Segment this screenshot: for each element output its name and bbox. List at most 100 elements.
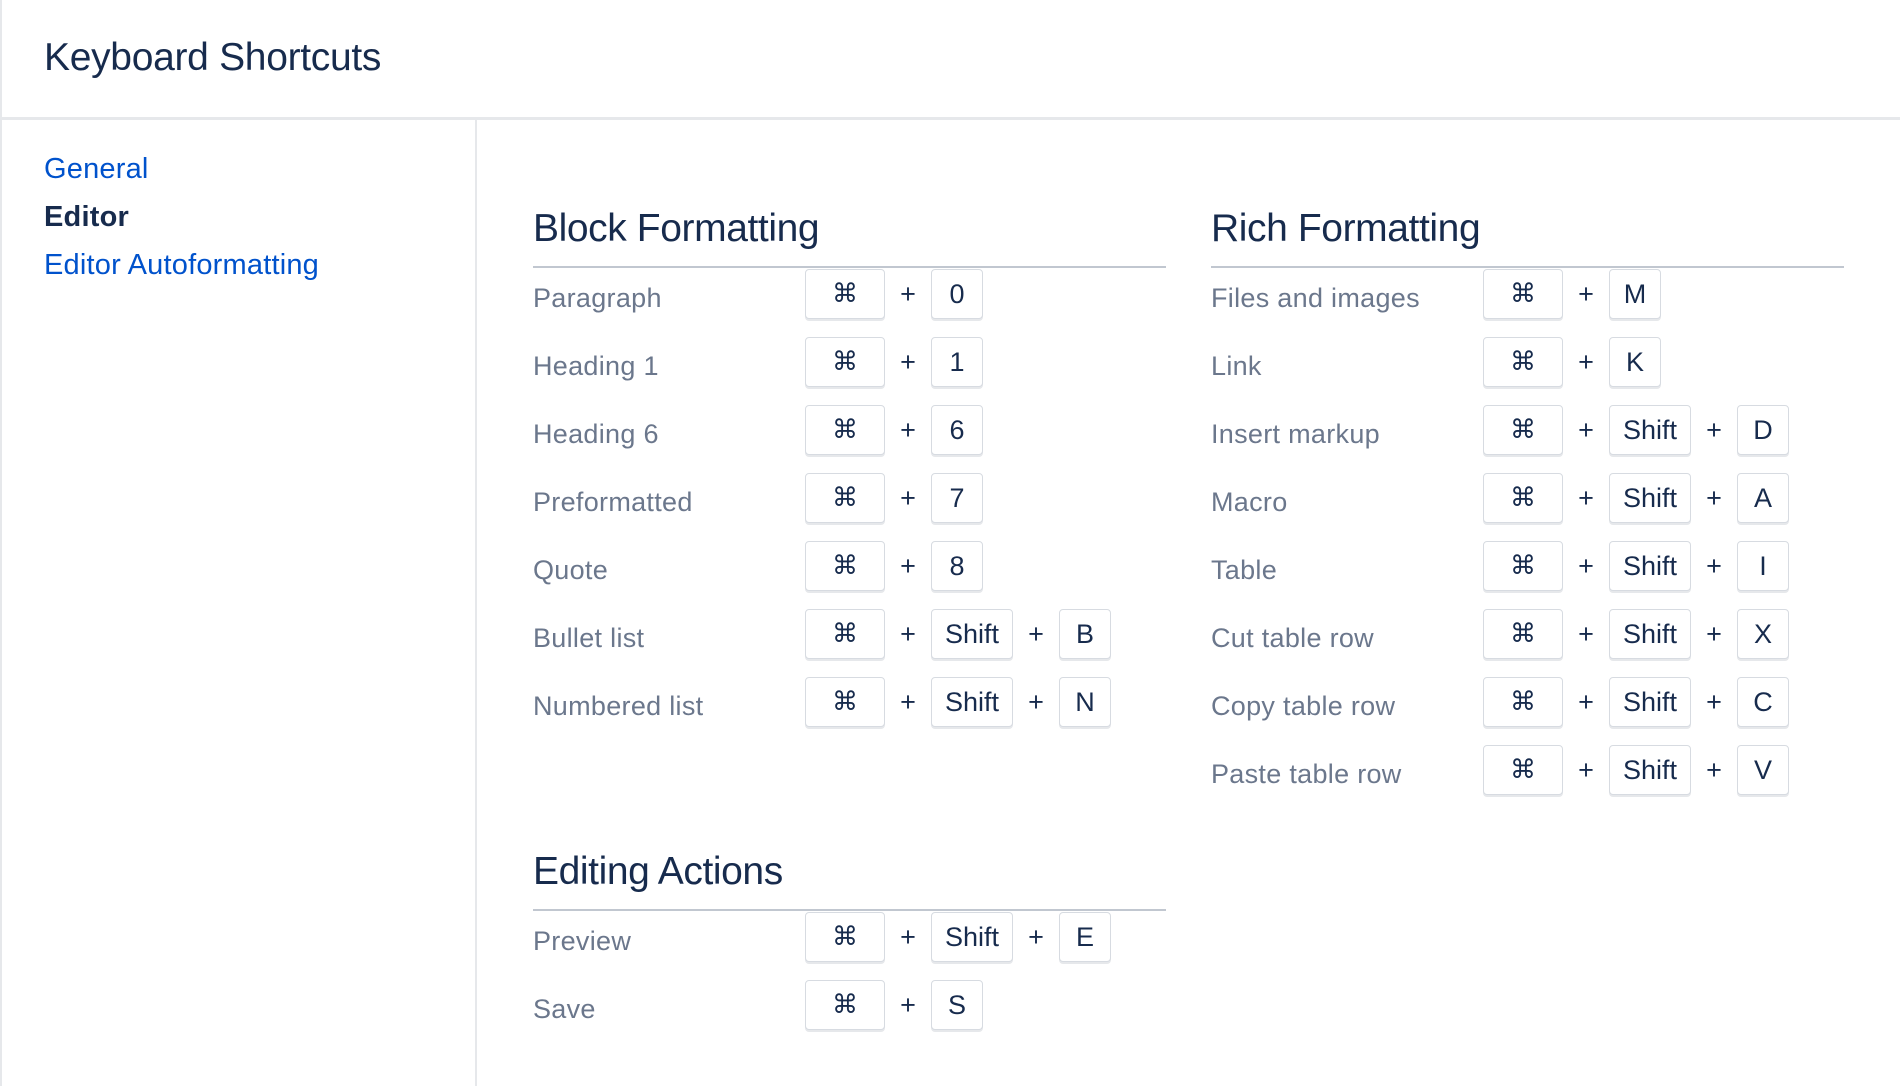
command-key-icon: ⌘ [805,337,885,387]
keycap: Shift [1609,745,1692,795]
shortcut-row: Heading 6 ⌘ +6 [533,405,1166,455]
command-key-icon: ⌘ [805,980,885,1030]
plus-separator: + [1578,618,1594,649]
shortcut-row: Link ⌘ + K [1211,337,1844,387]
keycap: X [1737,609,1790,659]
key-combination: ⌘ + M [1483,269,1661,319]
section-divider [1211,266,1844,268]
keycap: Shift [931,912,1014,962]
keycap: A [1737,473,1790,523]
shortcut-label: Quote [533,555,609,585]
plus-separator: + [1706,550,1722,581]
key-combination: ⌘ + Shift + D [1483,405,1790,455]
command-key-icon: ⌘ [805,912,885,962]
plus-separator: + [1578,414,1594,445]
plus-separator: + [900,414,916,445]
keycap: N [1059,677,1112,727]
nav-item-editor-autoformatting[interactable]: Editor Autoformatting [44,249,319,282]
key-combination: ⌘ + Shift + B [805,609,1112,659]
shortcut-row: Table ⌘ + Shift + I [1211,541,1844,591]
plus-separator: + [1706,754,1722,785]
shortcut-label: Table [1211,555,1278,585]
shortcut-row: Insert markup ⌘ + Shift + D [1211,405,1844,455]
command-key-icon: ⌘ [805,405,885,455]
shortcut-label: Copy table row [1211,691,1396,721]
plus-separator: + [900,346,916,377]
keycap: Shift [1609,473,1692,523]
plus-separator: + [900,278,916,309]
plus-separator: + [1706,618,1722,649]
keycap: Shift [1609,541,1692,591]
plus-separator: + [1028,686,1044,717]
plus-separator: + [900,921,916,952]
command-key-icon: ⌘ [805,677,885,727]
key-combination: ⌘ + Shift + X [1483,609,1790,659]
shortcut-label: Save [533,994,596,1024]
shortcut-row: Bullet list ⌘ + Shift + B [533,609,1166,659]
plus-separator: + [900,482,916,513]
key-combination: ⌘ +6 [805,405,983,455]
shortcut-row: Heading 1 ⌘ +1 [533,337,1166,387]
keycap: M [1609,269,1661,319]
shortcut-row: Quote ⌘ +8 [533,541,1166,591]
plus-separator: + [1028,921,1044,952]
shortcut-row: Files and images ⌘ + M [1211,269,1844,319]
shortcut-label: Files and images [1211,283,1420,313]
plus-separator: + [1706,414,1722,445]
keycap: C [1737,677,1790,727]
shortcut-label: Insert markup [1211,419,1380,449]
key-combination: ⌘ + Shift + C [1483,677,1790,727]
plus-separator: + [1028,618,1044,649]
shortcut-row: Paste table row ⌘ + Shift + V [1211,745,1844,795]
shortcut-label: Preformatted [533,487,693,517]
section-title: Editing Actions [533,850,783,893]
section-title: Block Formatting [533,207,820,250]
command-key-icon: ⌘ [805,473,885,523]
plus-separator: + [1578,754,1594,785]
key-combination: ⌘ + Shift + I [1483,541,1790,591]
command-key-icon: ⌘ [1483,473,1563,523]
nav-item-editor[interactable]: Editor [44,201,129,234]
keycap: 6 [931,405,983,455]
nav-item-general[interactable]: General [44,153,149,186]
shortcut-label: Numbered list [533,691,704,721]
shortcut-label: Heading 6 [533,419,659,449]
shortcuts-content: Block Formatting Paragraph ⌘ +0 Heading 1 ⌘ +… [479,123,1900,1086]
dialog-title: Keyboard Shortcuts [44,36,382,79]
plus-separator: + [1578,278,1594,309]
shortcut-row: Paragraph ⌘ +0 [533,269,1166,319]
shortcut-label: Macro [1211,487,1288,517]
key-combination: ⌘ +0 [805,269,983,319]
keycap: K [1609,337,1661,387]
shortcut-label: Preview [533,926,632,956]
shortcut-label: Link [1211,351,1262,381]
plus-separator: + [1706,482,1722,513]
command-key-icon: ⌘ [805,609,885,659]
key-combination: ⌘ +1 [805,337,983,387]
plus-separator: + [1578,686,1594,717]
key-combination: ⌘ + Shift + A [1483,473,1790,523]
key-combination: ⌘ + Shift + E [805,912,1112,962]
shortcut-row: Cut table row ⌘ + Shift + X [1211,609,1844,659]
keycap: V [1737,745,1790,795]
keycap: Shift [931,677,1014,727]
key-combination: ⌘ + S [805,980,983,1030]
keycap: Shift [1609,609,1692,659]
shortcut-row: Numbered list ⌘ + Shift + N [533,677,1166,727]
plus-separator: + [1578,482,1594,513]
shortcut-label: Bullet list [533,623,645,653]
keycap: B [1059,609,1112,659]
command-key-icon: ⌘ [805,269,885,319]
section-divider [533,909,1166,911]
shortcut-label: Paragraph [533,283,662,313]
command-key-icon: ⌘ [1483,609,1563,659]
section-title: Rich Formatting [1211,207,1481,250]
section-divider [533,266,1166,268]
plus-separator: + [1578,346,1594,377]
section-rich-formatting: Rich Formatting Files and images ⌘ + M Link ⌘… [1211,204,1844,795]
section-editing-actions: Editing Actions Preview ⌘ + Shift + E Save ⌘ + S [533,847,1166,1030]
keyboard-shortcuts-dialog: Keyboard Shortcuts General Editor Editor… [0,0,1900,1086]
key-combination: ⌘ +7 [805,473,983,523]
keycap: Shift [1609,677,1692,727]
plus-separator: + [1706,686,1722,717]
